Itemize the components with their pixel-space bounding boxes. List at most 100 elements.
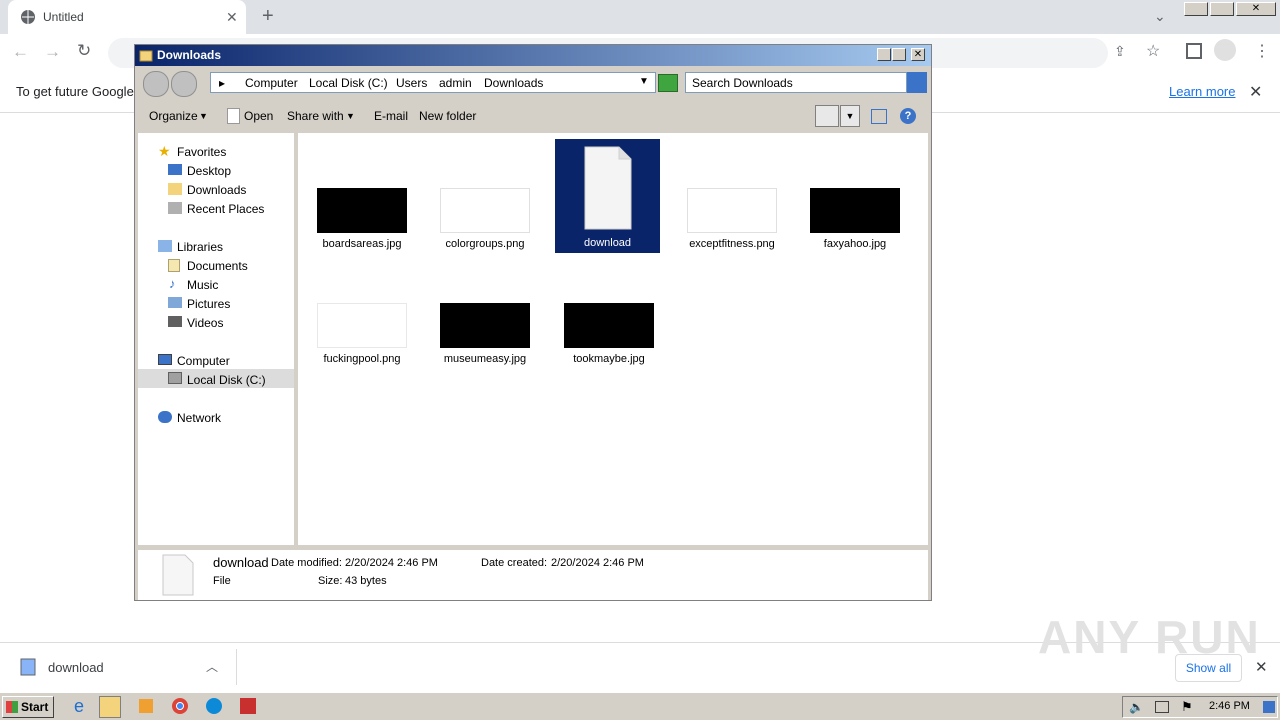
app-red-icon[interactable] — [238, 696, 260, 718]
watermark: ANY RUN — [1038, 611, 1261, 663]
nav-recent-places[interactable]: Recent Places — [187, 202, 264, 216]
file-item[interactable]: museumeasy.jpg — [431, 303, 539, 365]
forward-button[interactable] — [171, 71, 197, 97]
documents-icon — [168, 259, 180, 272]
open-button[interactable]: Open — [244, 109, 273, 123]
file-item[interactable]: faxyahoo.jpg — [801, 188, 909, 250]
file-item[interactable]: tookmaybe.jpg — [555, 303, 663, 365]
address-bar[interactable]: ▸ Computer Local Disk (C:) Users admin D… — [210, 72, 656, 93]
chrome-icon[interactable] — [170, 696, 192, 718]
reload-icon[interactable]: ↻ — [77, 41, 91, 61]
system-tray: 🔈 ⚑ 2:46 PM — [1122, 696, 1278, 718]
explorer-minimize-button[interactable] — [877, 48, 891, 61]
explorer-maximize-button[interactable] — [892, 48, 906, 61]
organize-button[interactable]: Organize — [149, 109, 198, 123]
share-with-button[interactable]: Share with — [287, 109, 344, 123]
file-name: exceptfitness.png — [689, 238, 775, 250]
file-item[interactable]: boardsareas.jpg — [308, 188, 416, 250]
nav-downloads[interactable]: Downloads — [187, 183, 246, 197]
close-button[interactable]: ✕ — [1236, 2, 1276, 16]
infobar-close-icon[interactable]: ✕ — [1249, 82, 1262, 102]
ie-icon[interactable]: e — [68, 696, 90, 718]
libraries-icon — [158, 240, 172, 252]
nav-pictures[interactable]: Pictures — [187, 297, 230, 311]
nav-documents[interactable]: Documents — [187, 259, 248, 273]
file-name: museumeasy.jpg — [443, 353, 527, 365]
explorer-titlebar[interactable]: Downloads ✕ — [135, 45, 931, 66]
image-thumbnail — [440, 303, 530, 348]
explorer-close-button[interactable]: ✕ — [911, 48, 925, 61]
nav-videos[interactable]: Videos — [187, 316, 223, 330]
menu-icon[interactable]: ⋮ — [1254, 41, 1270, 61]
music-icon: ♪ — [169, 276, 176, 291]
file-item[interactable]: colorgroups.png — [431, 188, 539, 250]
share-dropdown-icon[interactable]: ▼ — [346, 111, 355, 121]
share-icon[interactable]: ⇪ — [1114, 43, 1126, 60]
tab-untitled[interactable]: Untitled ✕ — [8, 0, 246, 34]
email-button[interactable]: E-mail — [374, 109, 408, 123]
details-file-icon — [162, 554, 194, 596]
explorer-taskbar-icon[interactable] — [99, 696, 121, 718]
nav-music[interactable]: Music — [187, 278, 218, 292]
breadcrumb-users[interactable]: Users — [396, 76, 427, 90]
nav-desktop[interactable]: Desktop — [187, 164, 231, 178]
learn-more-link[interactable]: Learn more — [1169, 84, 1235, 99]
file-item-selected[interactable]: download — [555, 139, 660, 253]
search-placeholder: Search Downloads — [692, 76, 793, 90]
profile-avatar[interactable] — [1214, 39, 1236, 61]
details-modified-label: Date modified: — [271, 557, 342, 569]
back-button[interactable] — [143, 71, 169, 97]
breadcrumb-admin[interactable]: admin — [439, 76, 472, 90]
nav-computer[interactable]: Computer — [177, 354, 230, 368]
infobar-text: To get future Google — [16, 84, 134, 99]
file-item[interactable]: exceptfitness.png — [678, 188, 786, 250]
new-folder-button[interactable]: New folder — [419, 109, 476, 123]
organize-dropdown-icon[interactable]: ▼ — [199, 111, 208, 121]
nav-local-disk-row[interactable]: Local Disk (C:) — [138, 369, 294, 388]
nav-network[interactable]: Network — [177, 411, 221, 425]
forward-icon[interactable]: → — [44, 42, 61, 62]
divider — [236, 649, 237, 685]
network-icon — [158, 411, 172, 423]
volume-icon[interactable]: 🔈 — [1129, 700, 1144, 714]
breadcrumb-local-disk[interactable]: Local Disk (C:) — [309, 76, 388, 90]
minimize-button[interactable] — [1184, 2, 1208, 16]
start-button[interactable]: Start — [2, 696, 54, 718]
preview-pane-icon[interactable] — [871, 109, 887, 124]
tab-title: Untitled — [43, 10, 84, 24]
help-icon[interactable]: ? — [900, 108, 916, 124]
nav-favorites[interactable]: Favorites — [177, 145, 226, 159]
download-item-name[interactable]: download — [48, 660, 104, 675]
file-name: download — [583, 237, 632, 249]
computer-crumb-icon: ▸ — [219, 76, 226, 90]
file-item[interactable]: fuckingpool.png — [308, 303, 416, 365]
chevron-down-icon[interactable]: ⌄ — [1154, 8, 1166, 25]
file-name: faxyahoo.jpg — [823, 238, 887, 250]
side-panel-icon[interactable] — [1186, 43, 1202, 59]
tab-close-icon[interactable]: ✕ — [226, 9, 238, 26]
edge-icon[interactable] — [204, 696, 226, 718]
view-dropdown-icon[interactable]: ▼ — [840, 105, 860, 127]
star-icon[interactable]: ☆ — [1146, 41, 1160, 61]
explorer-title: Downloads — [157, 48, 222, 62]
folder-icon — [139, 48, 153, 62]
refresh-icon[interactable] — [658, 74, 678, 92]
search-icon[interactable] — [907, 72, 927, 93]
media-player-icon[interactable] — [136, 696, 158, 718]
address-dropdown-icon[interactable]: ▼ — [639, 76, 649, 87]
details-pane: download Date modified: 2/20/2024 2:46 P… — [138, 547, 928, 600]
new-tab-icon[interactable]: + — [262, 5, 274, 28]
breadcrumb-downloads[interactable]: Downloads — [484, 76, 543, 90]
chevron-up-icon[interactable]: ︿ — [206, 658, 218, 675]
search-input[interactable]: Search Downloads — [685, 72, 907, 93]
network-tray-icon[interactable] — [1155, 701, 1169, 713]
nav-libraries[interactable]: Libraries — [177, 240, 223, 254]
file-name: colorgroups.png — [445, 238, 525, 250]
show-desktop-icon[interactable] — [1263, 701, 1275, 713]
breadcrumb-computer[interactable]: Computer — [245, 76, 298, 90]
restore-button[interactable] — [1210, 2, 1234, 16]
explorer-window: Downloads ✕ ▸ Computer Local Disk (C:) U… — [134, 44, 932, 601]
flag-icon[interactable]: ⚑ — [1181, 699, 1193, 715]
back-icon[interactable]: ← — [12, 42, 29, 62]
change-view-icon[interactable] — [815, 105, 839, 127]
